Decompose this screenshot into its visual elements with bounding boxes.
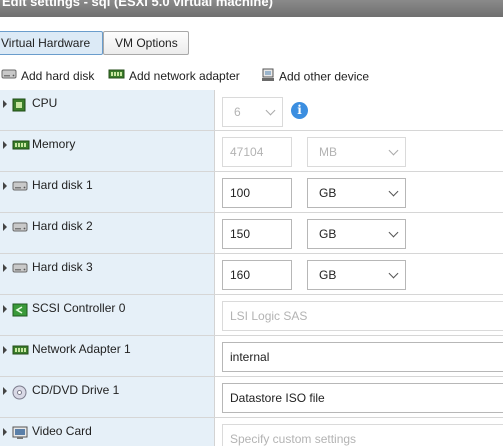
add-network-adapter-button[interactable]: Add network adapter [108, 68, 240, 86]
device-row-cd-dvd-drive-header[interactable]: CD/DVD Drive 1 [0, 377, 215, 417]
hard-disk-1-size-field[interactable]: 100 [222, 178, 292, 208]
expand-arrow-icon[interactable] [3, 182, 7, 190]
device-row-cd-dvd-drive: CD/DVD Drive 1 Datastore ISO file [0, 377, 503, 418]
device-row-hard-disk-1-header[interactable]: Hard disk 1 [0, 172, 215, 212]
device-row-video-card-header[interactable]: Video Card [0, 418, 215, 446]
hard-disk-icon [12, 180, 28, 195]
window-title: Edit settings - sql (ESXi 5.0 virtual ma… [2, 0, 273, 9]
chevron-down-icon [388, 145, 399, 156]
device-row-hard-disk-3-header[interactable]: Hard disk 3 [0, 254, 215, 294]
device-row-scsi-controller: SCSI Controller 0 LSI Logic SAS [0, 295, 503, 336]
hard-disk-1-unit-value: GB [319, 186, 337, 200]
expand-arrow-icon[interactable] [3, 141, 7, 149]
expand-arrow-icon[interactable] [3, 100, 7, 108]
window-titlebar: Edit settings - sql (ESXi 5.0 virtual ma… [0, 0, 503, 17]
memory-unit-value: MB [319, 145, 337, 159]
chevron-down-icon [388, 227, 399, 238]
cd-dvd-drive-label: CD/DVD Drive 1 [32, 383, 120, 397]
hard-disk-3-unit-select[interactable]: GB [307, 260, 406, 290]
cd-dvd-drive-source-field[interactable]: Datastore ISO file [222, 383, 503, 413]
add-hard-disk-button[interactable]: Add hard disk [1, 68, 94, 86]
network-adapter-network-field[interactable]: internal [222, 342, 503, 372]
network-adapter-label: Network Adapter 1 [32, 342, 131, 356]
hard-disk-2-unit-value: GB [319, 227, 337, 241]
chevron-down-icon [388, 186, 399, 197]
hard-disk-icon [12, 262, 28, 277]
cpu-label: CPU [32, 96, 58, 110]
scsi-controller-type-field[interactable]: LSI Logic SAS [222, 301, 503, 331]
scsi-controller-icon [12, 303, 28, 320]
video-card-label: Video Card [32, 424, 92, 438]
cpu-count-select[interactable]: 6 [222, 97, 283, 127]
chevron-down-icon [265, 105, 276, 116]
device-row-video-card: Video Card Specify custom settings [0, 418, 503, 446]
add-network-adapter-label: Add network adapter [129, 69, 240, 83]
expand-arrow-icon[interactable] [3, 387, 7, 395]
tab-bar: Virtual Hardware VM Options [0, 17, 503, 56]
add-hard-disk-label: Add hard disk [21, 69, 95, 83]
device-row-hard-disk-1: Hard disk 1 100 GB [0, 172, 503, 213]
network-adapter-icon [12, 344, 29, 359]
device-row-cpu: CPU 6 i [0, 90, 503, 131]
expand-arrow-icon[interactable] [3, 346, 7, 354]
cpu-icon [12, 98, 26, 115]
device-row-hard-disk-2-header[interactable]: Hard disk 2 [0, 213, 215, 253]
device-row-scsi-controller-header[interactable]: SCSI Controller 0 [0, 295, 215, 335]
hard-disk-icon [12, 221, 28, 236]
hard-disk-2-label: Hard disk 2 [32, 219, 93, 233]
memory-label: Memory [32, 137, 76, 151]
device-row-hard-disk-2: Hard disk 2 150 GB [0, 213, 503, 254]
scsi-controller-label: SCSI Controller 0 [32, 301, 126, 315]
hard-disk-1-unit-select[interactable]: GB [307, 178, 406, 208]
memory-icon [12, 139, 30, 154]
hard-disk-3-size-field[interactable]: 160 [222, 260, 292, 290]
hard-disk-3-label: Hard disk 3 [32, 260, 93, 274]
tab-vm-options[interactable]: VM Options [103, 31, 189, 55]
info-icon[interactable]: i [291, 102, 308, 119]
hard-disk-1-label: Hard disk 1 [32, 178, 93, 192]
device-row-cpu-header[interactable]: CPU [0, 90, 215, 130]
hard-disk-2-size-field[interactable]: 150 [222, 219, 292, 249]
tab-virtual-hardware[interactable]: Virtual Hardware [0, 31, 103, 55]
device-row-network-adapter-header[interactable]: Network Adapter 1 [0, 336, 215, 376]
device-row-memory: Memory 47104 MB [0, 131, 503, 172]
hard-disk-3-unit-value: GB [319, 268, 337, 282]
hard-disk-2-unit-select[interactable]: GB [307, 219, 406, 249]
chevron-down-icon [388, 268, 399, 279]
expand-arrow-icon[interactable] [3, 428, 7, 436]
device-row-hard-disk-3: Hard disk 3 160 GB [0, 254, 503, 295]
add-other-device-button[interactable]: Add other device [261, 68, 369, 86]
expand-arrow-icon[interactable] [3, 223, 7, 231]
expand-arrow-icon[interactable] [3, 264, 7, 272]
device-row-memory-header[interactable]: Memory [0, 131, 215, 171]
other-device-icon [261, 68, 275, 87]
device-toolbar: Add hard disk Add network adapter Add ot… [0, 64, 503, 88]
add-other-device-label: Add other device [279, 69, 370, 84]
device-row-network-adapter: Network Adapter 1 internal [0, 336, 503, 377]
expand-arrow-icon[interactable] [3, 305, 7, 313]
hard-disk-icon [1, 68, 17, 85]
video-card-icon [12, 426, 28, 443]
cpu-count-value: 6 [234, 105, 241, 119]
memory-unit-select[interactable]: MB [307, 137, 406, 167]
network-adapter-icon [108, 68, 125, 85]
memory-size-field[interactable]: 47104 [222, 137, 292, 167]
video-card-settings-field[interactable]: Specify custom settings [222, 424, 503, 446]
cd-dvd-icon [12, 385, 27, 403]
